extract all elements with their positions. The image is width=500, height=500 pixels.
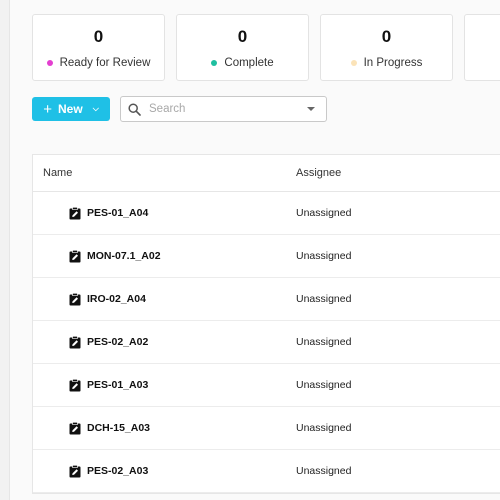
task-name[interactable]: DCH-15_A03 bbox=[87, 422, 150, 434]
stat-card-complete[interactable]: 0 Complete bbox=[176, 14, 309, 81]
row-name-cell: PES-02_A02 bbox=[33, 335, 296, 349]
row-name-cell: MON-07.1_A02 bbox=[33, 249, 296, 263]
stat-card-ready-for-review[interactable]: 0 Ready for Review bbox=[32, 14, 165, 81]
toolbar: + New ⌵ bbox=[32, 96, 327, 123]
new-button[interactable]: + New ⌵ bbox=[32, 97, 110, 121]
task-name[interactable]: PES-02_A02 bbox=[87, 336, 148, 348]
column-header-assignee[interactable]: Assignee bbox=[296, 167, 341, 179]
task-table: Name Assignee PES-01_A04 Unassigned MON-07… bbox=[32, 154, 500, 494]
table-row[interactable]: MON-07.1_A02 Unassigned bbox=[33, 235, 500, 278]
left-rail bbox=[0, 0, 10, 500]
stat-value: 0 bbox=[381, 27, 392, 46]
stat-value: 0 bbox=[237, 27, 248, 46]
assignee-cell[interactable]: Unassigned bbox=[296, 465, 351, 477]
assignee-cell[interactable]: Unassigned bbox=[296, 336, 351, 348]
table-row[interactable]: PES-01_A03 Unassigned bbox=[33, 364, 500, 407]
task-edit-icon bbox=[69, 378, 81, 392]
task-name[interactable]: IRO-02_A04 bbox=[87, 293, 146, 305]
stats-bar: 0 Ready for Review 0 Complete 0 In Progr… bbox=[32, 14, 500, 81]
table-header: Name Assignee bbox=[33, 155, 500, 192]
row-name-cell: DCH-15_A03 bbox=[33, 421, 296, 435]
stat-card-partial[interactable] bbox=[464, 14, 500, 81]
search-icon bbox=[121, 97, 147, 121]
stat-card-in-progress[interactable]: 0 In Progress bbox=[320, 14, 453, 81]
stat-label: Complete bbox=[224, 57, 274, 69]
chevron-down-icon: ⌵ bbox=[92, 104, 99, 113]
task-edit-icon bbox=[69, 292, 81, 306]
stat-label: Ready for Review bbox=[59, 57, 151, 69]
row-name-cell: PES-02_A03 bbox=[33, 464, 296, 478]
new-button-label: New bbox=[58, 102, 83, 116]
search-box[interactable] bbox=[120, 96, 327, 122]
assignee-cell[interactable]: Unassigned bbox=[296, 293, 351, 305]
status-dot bbox=[350, 60, 357, 66]
task-name[interactable]: PES-01_A04 bbox=[87, 207, 148, 219]
table-row[interactable]: PES-02_A02 Unassigned bbox=[33, 321, 500, 364]
status-dot bbox=[46, 60, 53, 66]
status-dot bbox=[211, 60, 218, 66]
plus-icon: + bbox=[43, 100, 52, 118]
table-row[interactable]: IRO-02_A04 Unassigned bbox=[33, 278, 500, 321]
row-name-cell: PES-01_A03 bbox=[33, 378, 296, 392]
row-name-cell: PES-01_A04 bbox=[33, 206, 296, 220]
assignee-cell[interactable]: Unassigned bbox=[296, 250, 351, 262]
table-row[interactable]: PES-02_A03 Unassigned bbox=[33, 450, 500, 493]
task-edit-icon bbox=[69, 206, 81, 220]
stat-value: 0 bbox=[93, 27, 104, 46]
task-edit-icon bbox=[69, 421, 81, 435]
task-name[interactable]: MON-07.1_A02 bbox=[87, 250, 161, 262]
search-input[interactable] bbox=[147, 103, 297, 115]
chevron-down-icon[interactable] bbox=[307, 107, 315, 111]
task-name[interactable]: PES-01_A03 bbox=[87, 379, 148, 391]
assignee-cell[interactable]: Unassigned bbox=[296, 422, 351, 434]
assignee-cell[interactable]: Unassigned bbox=[296, 379, 351, 391]
table-row[interactable]: DCH-15_A03 Unassigned bbox=[33, 407, 500, 450]
task-edit-icon bbox=[69, 249, 81, 263]
task-edit-icon bbox=[69, 464, 81, 478]
row-name-cell: IRO-02_A04 bbox=[33, 292, 296, 306]
table-row[interactable]: PES-01_A04 Unassigned bbox=[33, 192, 500, 235]
task-edit-icon bbox=[69, 335, 81, 349]
column-header-name[interactable]: Name bbox=[33, 167, 296, 179]
assignee-cell[interactable]: Unassigned bbox=[296, 207, 351, 219]
task-name[interactable]: PES-02_A03 bbox=[87, 465, 148, 477]
stat-label: In Progress bbox=[363, 57, 423, 69]
